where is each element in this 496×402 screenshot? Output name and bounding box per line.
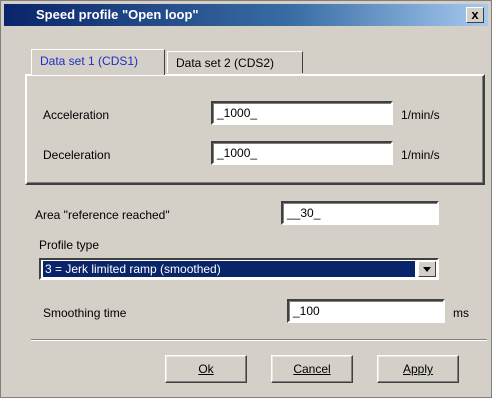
- separator: [31, 339, 487, 341]
- area-reference-value: __30_: [287, 206, 321, 220]
- deceleration-unit: 1/min/s: [401, 148, 440, 162]
- close-icon[interactable]: x: [466, 7, 484, 23]
- profile-type-label: Profile type: [39, 238, 100, 252]
- acceleration-value: _1000_: [217, 106, 258, 120]
- deceleration-value: _1000_: [217, 146, 258, 160]
- smoothing-time-field[interactable]: _100: [287, 299, 445, 323]
- tab-data-set-2[interactable]: Data set 2 (CDS2): [167, 51, 303, 73]
- cancel-button-label: Cancel: [293, 362, 331, 376]
- title-bar[interactable]: Speed profile "Open loop" x: [4, 4, 488, 26]
- acceleration-label: Acceleration: [43, 108, 110, 122]
- apply-button-label: Apply: [402, 362, 434, 376]
- cancel-button[interactable]: Cancel: [271, 355, 353, 383]
- smoothing-time-value: _100: [293, 304, 320, 318]
- profile-type-dropdown[interactable]: 3 = Jerk limited ramp (smoothed): [39, 258, 439, 280]
- dialog-window: Speed profile "Open loop" x Data set 1 (…: [0, 0, 492, 398]
- deceleration-field[interactable]: _1000_: [211, 141, 393, 165]
- deceleration-label: Deceleration: [43, 148, 111, 162]
- tab-data-set-1[interactable]: Data set 1 (CDS1): [31, 49, 165, 75]
- chevron-down-icon[interactable]: [418, 261, 436, 277]
- smoothing-time-unit: ms: [453, 306, 469, 320]
- ok-button-label: Ok: [198, 362, 214, 376]
- acceleration-field[interactable]: _1000_: [211, 101, 393, 125]
- tab-panel: [25, 74, 485, 185]
- area-reference-field[interactable]: __30_: [281, 201, 439, 225]
- area-reference-label: Area "reference reached": [35, 208, 170, 222]
- smoothing-time-label: Smoothing time: [43, 306, 127, 320]
- acceleration-unit: 1/min/s: [401, 108, 440, 122]
- ok-button[interactable]: Ok: [165, 355, 247, 383]
- profile-type-selected: 3 = Jerk limited ramp (smoothed): [43, 261, 415, 277]
- dialog-title: Speed profile "Open loop": [36, 7, 199, 22]
- apply-button[interactable]: Apply: [377, 355, 459, 383]
